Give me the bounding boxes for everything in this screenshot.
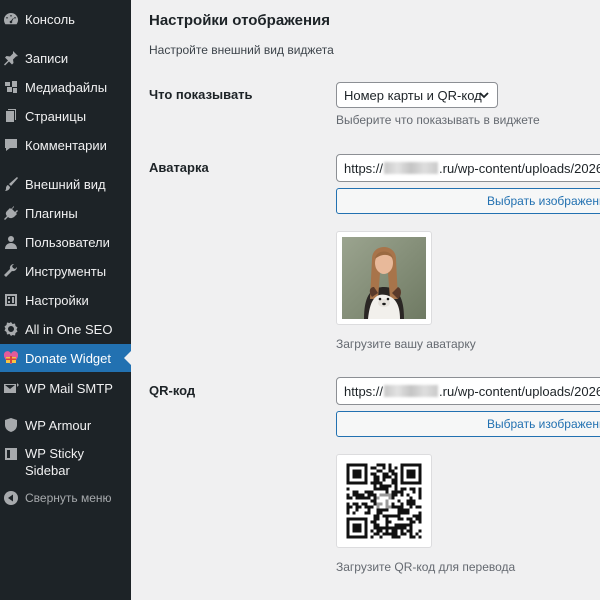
sidebar-item-label: Свернуть меню <box>25 490 112 505</box>
button-label: Выбрать изображение <box>487 194 600 208</box>
chevron-down-icon <box>477 88 491 102</box>
sidebar-item-label: WP Sticky Sidebar <box>25 446 84 478</box>
heart-gift-icon <box>3 350 19 366</box>
sidebar-item-label: Плагины <box>25 205 78 221</box>
dashboard-icon <box>3 11 19 27</box>
avatar-image <box>342 237 426 319</box>
comments-icon <box>3 137 19 153</box>
sidebar-item-wp-sticky-sidebar[interactable]: WP Sticky Sidebar <box>0 445 131 481</box>
sidebar-item-label: All in One SEO <box>25 321 113 337</box>
display-label: Что показывать <box>149 87 253 102</box>
sidebar-item-media[interactable]: Медиафайлы <box>0 78 131 96</box>
avatar-label: Аватарка <box>149 160 209 175</box>
sidebar-item-label: Инструменты <box>25 263 107 279</box>
sidebar-item-settings[interactable]: Настройки <box>0 291 131 309</box>
avatar-url-input[interactable]: https:// .ru/wp-content/uploads/2026/01/ <box>336 154 600 182</box>
sidebar-item-label: Комментарии <box>25 137 107 153</box>
sidebar-item-label: WP Armour <box>25 417 92 433</box>
brush-icon <box>3 176 19 192</box>
sidebar-item-label: Donate Widget <box>25 350 111 366</box>
sidebar-item-users[interactable]: Пользователи <box>0 233 131 251</box>
qr-url-input[interactable]: https:// .ru/wp-content/uploads/2026/01/ <box>336 377 600 405</box>
sticky-icon <box>3 446 19 462</box>
aioseo-icon <box>3 321 19 337</box>
avatar-select-image-button[interactable]: Выбрать изображение <box>336 188 600 214</box>
sidebar-item-pages[interactable]: Страницы <box>0 107 131 125</box>
sidebar-item-appearance[interactable]: Внешний вид <box>0 175 131 193</box>
sidebar-item-label: Внешний вид <box>25 176 106 192</box>
avatar-help: Загрузите вашу аватарку <box>336 337 476 351</box>
collapse-menu-button[interactable]: Свернуть меню <box>0 490 131 506</box>
collapse-icon <box>3 490 19 506</box>
button-label: Выбрать изображение <box>487 417 600 431</box>
plugin-icon <box>3 205 19 221</box>
qr-code-image <box>342 460 426 542</box>
qr-url-suffix: .ru/wp-content/uploads/2026/01/ <box>439 383 600 399</box>
sidebar-item-tools[interactable]: Инструменты <box>0 262 131 280</box>
page-description: Настройте внешний вид виджета <box>149 43 334 57</box>
sidebar-item-label: Медиафайлы <box>25 79 108 95</box>
sidebar-item-label: Пользователи <box>25 234 110 250</box>
qr-help: Загрузите QR-код для перевода <box>336 560 516 574</box>
display-select-value: Номер карты и QR-код <box>344 87 482 103</box>
settings-icon <box>3 292 19 308</box>
sidebar-item-posts[interactable]: Записи <box>0 49 131 67</box>
display-help: Выберите что показывать в виджете <box>336 113 540 127</box>
avatar-url-suffix: .ru/wp-content/uploads/2026/01/ <box>439 160 600 176</box>
sidebar-item-donate-widget[interactable]: Donate Widget <box>0 344 132 372</box>
sidebar-item-label: Страницы <box>25 108 87 124</box>
shield-icon <box>3 417 19 433</box>
qr-select-image-button[interactable]: Выбрать изображение <box>336 411 600 437</box>
admin-sidebar: Консоль Записи Медиафайлы Страницы Комме… <box>0 0 132 600</box>
avatar-url-prefix: https:// <box>344 160 384 176</box>
sidebar-item-wp-mail-smtp[interactable]: WP Mail SMTP <box>0 379 131 397</box>
display-select[interactable]: Номер карты и QR-код <box>336 82 498 108</box>
media-icon <box>3 79 19 95</box>
pin-icon <box>3 50 19 66</box>
sidebar-item-plugins[interactable]: Плагины <box>0 204 131 222</box>
mail-icon <box>3 380 19 396</box>
page-title: Настройки отображения <box>149 12 330 29</box>
redacted-domain <box>384 385 439 397</box>
qr-preview <box>336 454 432 548</box>
sidebar-item-label: WP Mail SMTP <box>25 380 113 396</box>
qr-label: QR-код <box>149 383 196 398</box>
sidebar-item-label: Консоль <box>25 11 75 27</box>
sidebar-item-label: Записи <box>25 50 69 66</box>
settings-panel: Настройки отображения Настройте внешний … <box>131 0 600 600</box>
avatar-preview <box>336 231 432 325</box>
redacted-domain <box>384 162 439 174</box>
sidebar-item-comments[interactable]: Комментарии <box>0 136 131 154</box>
sidebar-item-aioseo[interactable]: All in One SEO <box>0 320 131 338</box>
sidebar-item-console[interactable]: Консоль <box>0 10 131 28</box>
pages-icon <box>3 108 19 124</box>
sidebar-item-label: Настройки <box>25 292 89 308</box>
user-icon <box>3 234 19 250</box>
wrench-icon <box>3 263 19 279</box>
qr-url-prefix: https:// <box>344 383 384 399</box>
sidebar-item-wp-armour[interactable]: WP Armour <box>0 416 131 434</box>
